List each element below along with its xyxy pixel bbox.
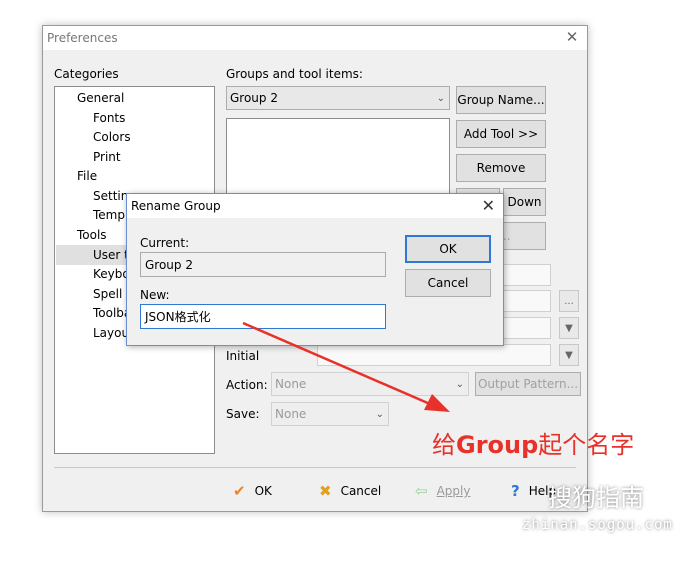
watermark-url: zhinan.sogou.com bbox=[522, 517, 673, 533]
annotation-prefix: 给 bbox=[432, 431, 456, 459]
annotation-suffix: 起个名字 bbox=[538, 431, 635, 459]
annotation-text: 给Group起个名字 bbox=[432, 425, 634, 460]
watermark-text: 搜狗指南 bbox=[548, 484, 644, 512]
annotation-bold: Group bbox=[456, 431, 539, 459]
